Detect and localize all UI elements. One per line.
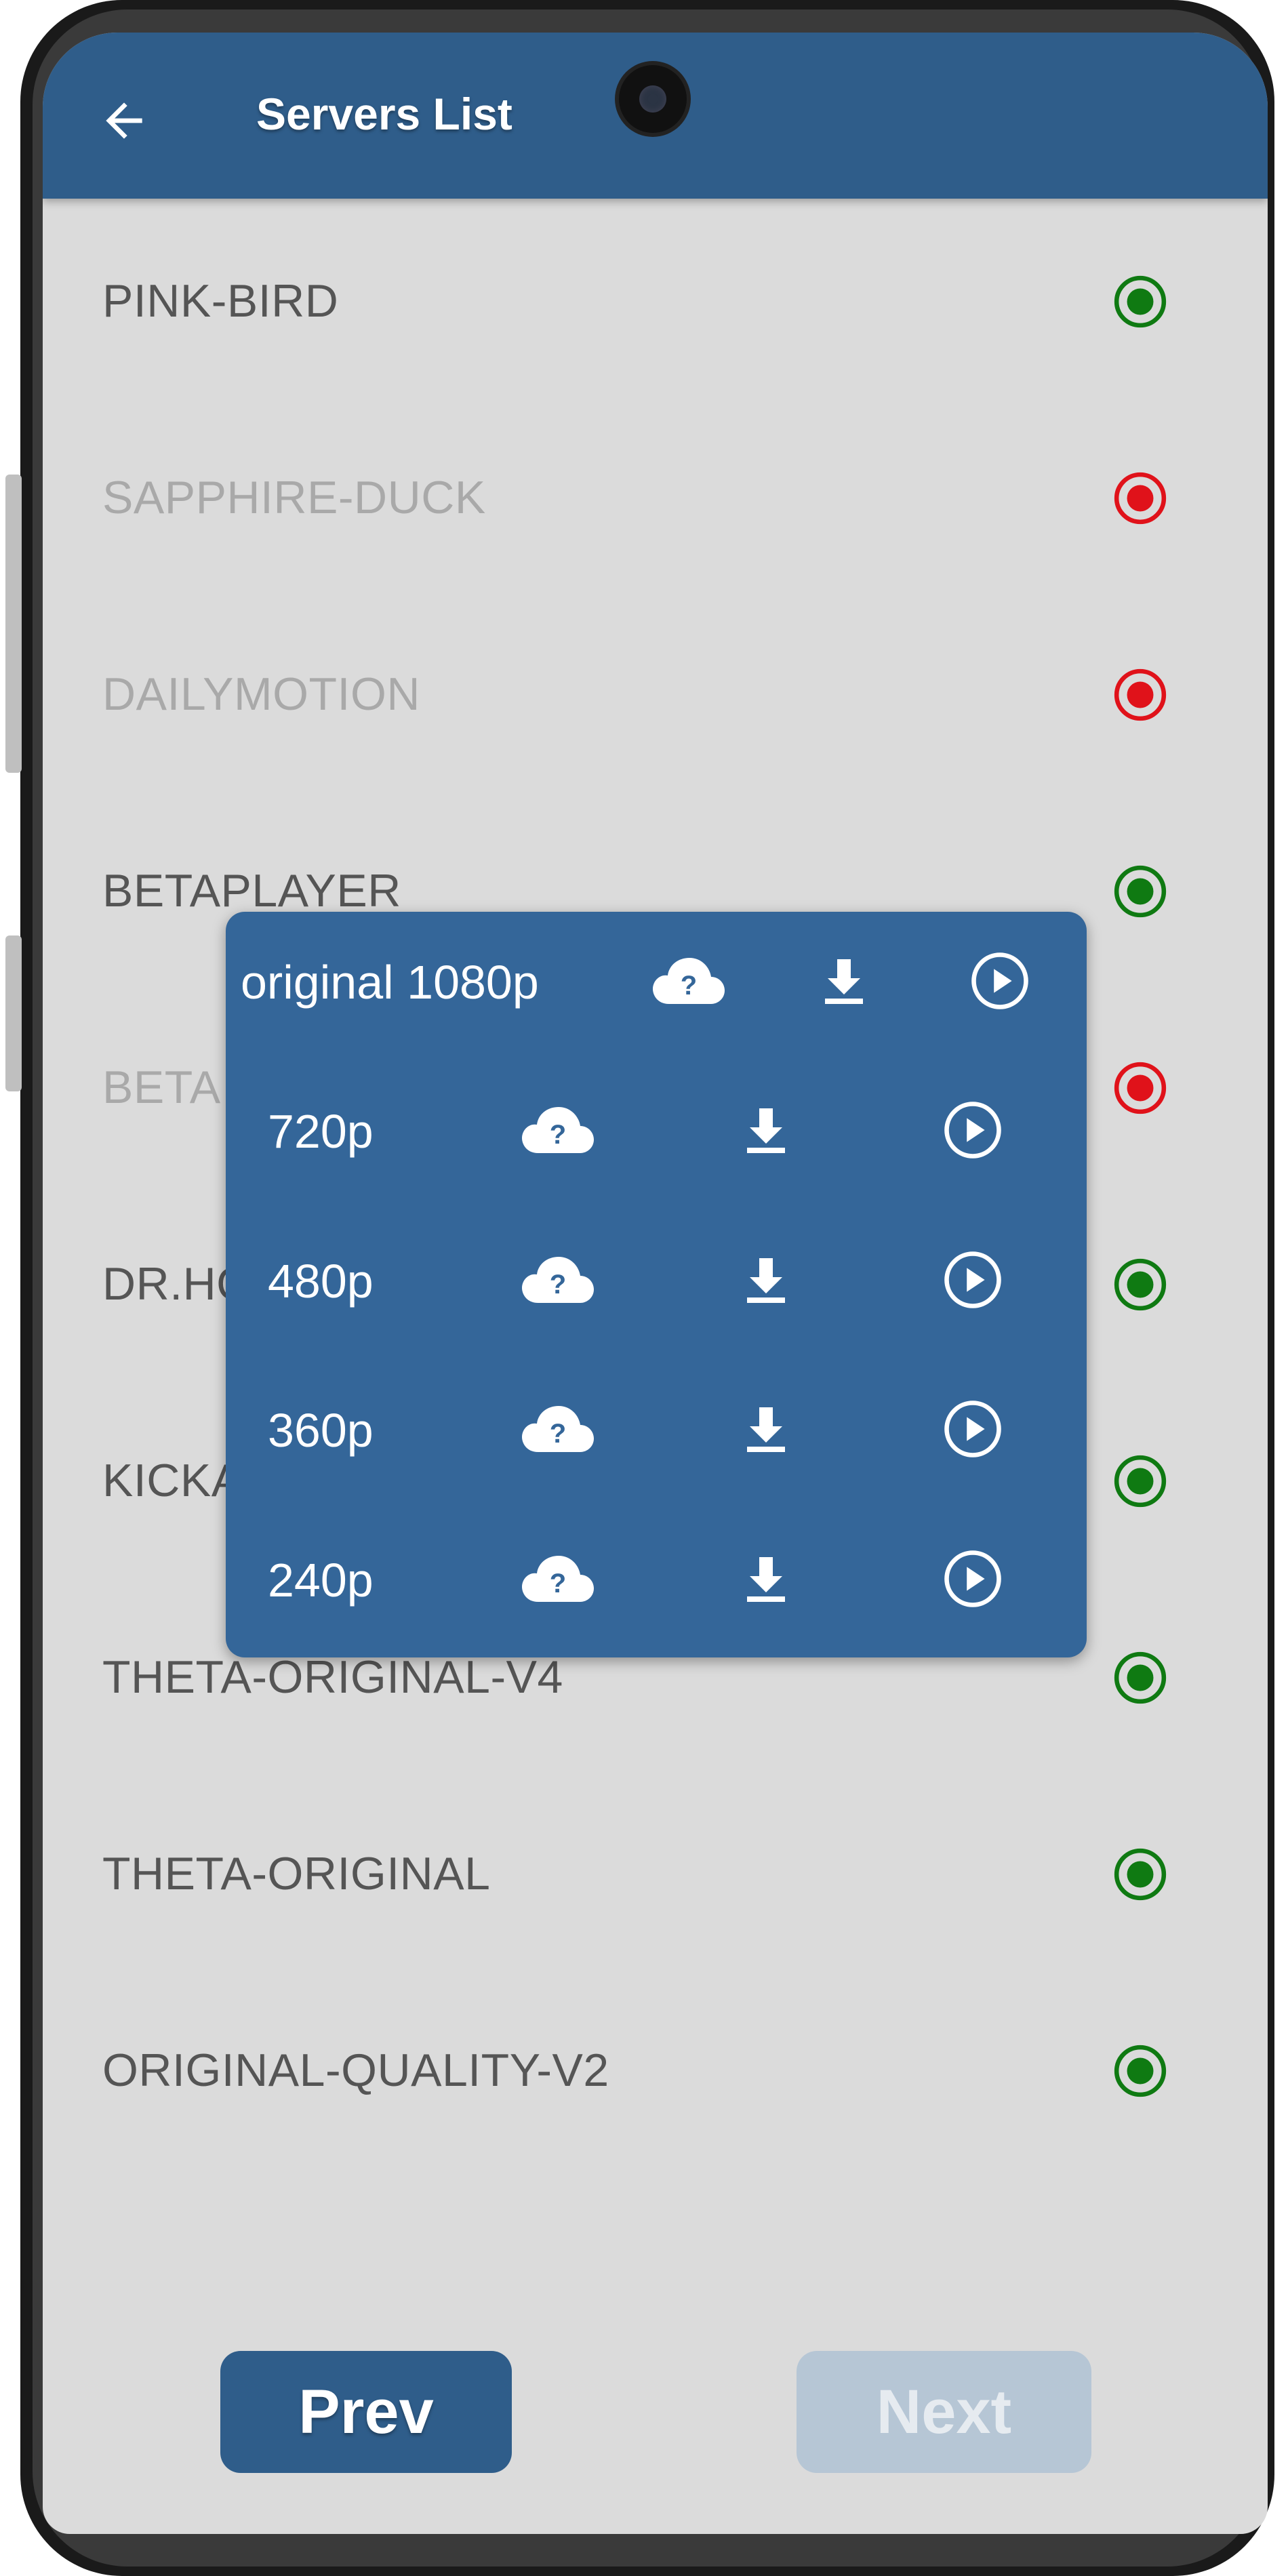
server-name: THETA-ORIGINAL-V4 <box>102 1651 563 1703</box>
quality-option: 240p ? <box>226 1510 1087 1645</box>
play-circle-icon <box>944 1401 1001 1457</box>
svg-text:?: ? <box>550 1270 566 1300</box>
status-online-icon <box>1114 1258 1167 1311</box>
download-button[interactable] <box>803 947 885 1015</box>
cloud-question-button[interactable]: ? <box>517 1395 599 1463</box>
svg-text:?: ? <box>550 1120 566 1150</box>
cloud-question-icon: ? <box>522 1107 594 1153</box>
cloud-question-icon: ? <box>522 1406 594 1452</box>
download-button[interactable] <box>725 1395 807 1463</box>
next-button[interactable]: Next <box>797 2351 1091 2473</box>
back-button[interactable] <box>90 87 158 155</box>
download-button[interactable] <box>725 1096 807 1164</box>
app-screen: Servers List PINK-BIRD SAPPHIRE-DUCK DAI… <box>43 33 1268 2534</box>
play-circle-icon <box>944 1102 1001 1159</box>
server-item[interactable]: ORIGINAL-QUALITY-V2 <box>43 1968 1268 2165</box>
svg-text:?: ? <box>550 1569 566 1598</box>
server-item[interactable]: THETA-ORIGINAL <box>43 1771 1268 1968</box>
cloud-question-button[interactable]: ? <box>517 1096 599 1164</box>
download-icon <box>825 959 863 1004</box>
play-button[interactable] <box>932 1545 1013 1613</box>
volume-button <box>5 475 22 773</box>
quality-option: 480p ? <box>226 1211 1087 1346</box>
quality-label: 360p <box>268 1404 374 1457</box>
server-name: THETA-ORIGINAL <box>102 1848 491 1899</box>
download-icon <box>747 1108 785 1153</box>
cloud-question-icon: ? <box>522 1556 594 1602</box>
quality-label: 240p <box>268 1554 374 1607</box>
play-button[interactable] <box>959 947 1041 1015</box>
play-circle-icon <box>944 1251 1001 1308</box>
quality-label: 480p <box>268 1255 374 1308</box>
status-online-icon <box>1114 865 1167 918</box>
play-circle-icon <box>971 952 1028 1009</box>
status-online-icon <box>1114 1455 1167 1508</box>
cloud-question-icon: ? <box>522 1257 594 1303</box>
cloud-question-button[interactable]: ? <box>517 1545 599 1613</box>
download-icon <box>747 1258 785 1303</box>
status-online-icon <box>1114 2045 1167 2097</box>
quality-option: 720p ? <box>226 1061 1087 1196</box>
server-name: SAPPHIRE-DUCK <box>102 472 486 523</box>
quality-option: 360p ? <box>226 1360 1087 1495</box>
download-button[interactable] <box>725 1545 807 1613</box>
download-button[interactable] <box>725 1246 807 1314</box>
quality-label: 720p <box>268 1105 374 1158</box>
status-online-icon <box>1114 1651 1167 1704</box>
download-icon <box>747 1407 785 1452</box>
server-name: KICKA <box>102 1455 243 1506</box>
power-button <box>5 935 22 1091</box>
server-name: DAILYMOTION <box>102 668 420 720</box>
cloud-question-icon: ? <box>653 958 725 1004</box>
cloud-question-button[interactable]: ? <box>517 1246 599 1314</box>
play-button[interactable] <box>932 1096 1013 1164</box>
server-name: BETA <box>102 1062 221 1113</box>
svg-text:?: ? <box>550 1419 566 1449</box>
server-name: ORIGINAL-QUALITY-V2 <box>102 2045 609 2096</box>
play-circle-icon <box>944 1550 1001 1607</box>
play-button[interactable] <box>932 1395 1013 1463</box>
quality-popup: original 1080p ? 720p ? 480p ? 360p ? 24… <box>226 912 1087 1657</box>
server-name: PINK-BIRD <box>102 275 339 327</box>
status-online-icon <box>1114 275 1167 328</box>
status-online-icon <box>1114 1848 1167 1901</box>
quality-label: original 1080p <box>241 956 539 1009</box>
play-button[interactable] <box>932 1246 1013 1314</box>
download-icon <box>747 1557 785 1602</box>
status-offline-icon <box>1114 1062 1167 1114</box>
status-offline-icon <box>1114 472 1167 525</box>
prev-button[interactable]: Prev <box>220 2351 512 2473</box>
cloud-question-button[interactable]: ? <box>648 947 729 1015</box>
svg-text:?: ? <box>681 971 697 1001</box>
quality-option: original 1080p ? <box>226 912 1087 1047</box>
server-item[interactable]: DAILYMOTION <box>43 592 1268 788</box>
server-item[interactable]: PINK-BIRD <box>43 199 1268 395</box>
server-name: BETAPLAYER <box>102 865 401 917</box>
status-offline-icon <box>1114 668 1167 721</box>
arrow-left-icon <box>106 102 142 139</box>
page-title: Servers List <box>256 89 512 139</box>
server-item[interactable]: SAPPHIRE-DUCK <box>43 395 1268 592</box>
front-camera <box>619 65 687 133</box>
